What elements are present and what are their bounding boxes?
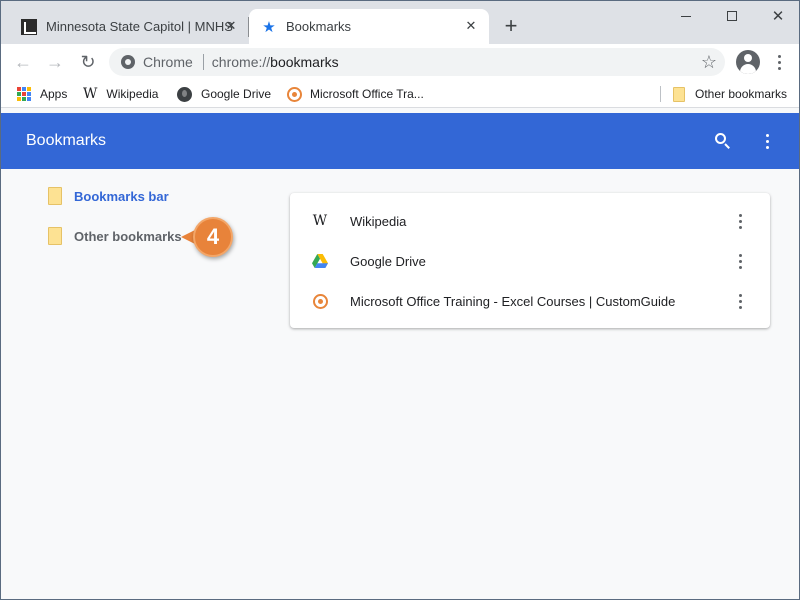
step-number-badge: 4 [193,217,233,257]
bookmark-star-icon[interactable]: ☆ [701,50,717,74]
more-actions-button[interactable] [732,209,748,233]
tab-close-icon[interactable]: ✕ [223,18,239,34]
omnibox-divider [202,54,204,70]
sidebar-item-other-bookmarks[interactable]: Other bookmarks [48,225,182,247]
bookmark-wikipedia[interactable]: W Wikipedia [83,85,158,103]
tab-title: Bookmarks [286,19,352,34]
list-item[interactable]: Microsoft Office Training - Excel Course… [290,281,770,321]
folder-icon [673,86,685,102]
site-chip[interactable]: Chrome [121,54,193,70]
step-callout: 4 [181,217,237,257]
list-item-title: Google Drive [350,253,426,269]
folder-icon [48,187,62,205]
mnhs-favicon-icon [21,18,37,35]
sidebar-item-bookmarks-bar[interactable]: Bookmarks bar [48,185,169,207]
url-path: bookmarks [270,54,339,70]
bookmark-label: Microsoft Office Tra... [310,87,424,101]
wikipedia-icon: W [312,213,328,229]
back-button[interactable]: ← [11,50,35,74]
more-actions-button[interactable] [732,289,748,313]
sidebar-item-label: Bookmarks bar [74,188,169,204]
minimize-button[interactable] [663,1,709,31]
url-text[interactable]: chrome://bookmarks [212,54,339,70]
toolbar: ← → ↻ Chrome chrome://bookmarks ☆ [1,44,799,80]
page-title: Bookmarks [26,132,107,149]
bookmark-list: W Wikipedia Google Drive Microsoft Offic… [290,193,770,328]
reload-button[interactable]: ↻ [76,50,100,74]
chrome-icon [121,55,135,69]
tab-mnhs[interactable]: Minnesota State Capitol | MNHS ✕ [9,9,249,44]
address-bar[interactable]: Chrome chrome://bookmarks ☆ [109,48,725,76]
bookmark-other-bookmarks[interactable]: Other bookmarks [673,85,787,103]
search-icon[interactable] [713,131,733,151]
site-chip-label: Chrome [143,54,193,70]
sidebar-item-label: Other bookmarks [74,228,182,244]
tab-title: Minnesota State Capitol | MNHS [46,19,233,34]
list-item-title: Wikipedia [350,213,407,229]
bookmark-label: Other bookmarks [695,87,788,101]
globe-icon [177,86,192,102]
tab-strip: Minnesota State Capitol | MNHS ✕ ★ Bookm… [1,1,799,44]
browser-window: Minnesota State Capitol | MNHS ✕ ★ Bookm… [0,0,800,600]
folder-icon [48,227,62,245]
organize-menu-button[interactable] [759,131,775,151]
bookmark-label: Wikipedia [106,87,159,101]
maximize-icon [727,11,737,21]
list-item-title: Microsoft Office Training - Excel Course… [350,293,676,309]
bookmark-label: Apps [40,87,68,101]
bookmarks-manager-header: Bookmarks [1,113,799,169]
tab-bookmarks[interactable]: ★ Bookmarks ✕ [249,9,489,44]
profile-avatar-icon[interactable] [736,50,760,74]
apps-grid-icon [17,87,31,101]
google-drive-icon [312,253,328,269]
bookmarks-bar: Apps W Wikipedia Google Drive Microsoft … [1,80,799,108]
wikipedia-icon: W [83,86,98,102]
bookmark-google-drive[interactable]: Google Drive [177,85,271,103]
bookmark-label: Google Drive [201,87,272,101]
star-icon: ★ [262,18,276,36]
bookmark-apps[interactable]: Apps [17,85,67,103]
new-tab-button[interactable]: + [499,15,523,39]
minimize-icon [681,15,691,17]
bookmark-microsoft-office-training[interactable]: Microsoft Office Tra... [287,85,424,103]
more-actions-button[interactable] [732,249,748,273]
folder-sidebar: Bookmarks bar Other bookmarks [1,169,281,599]
list-item[interactable]: W Wikipedia [290,201,770,241]
list-item[interactable]: Google Drive [290,241,770,281]
tab-close-icon[interactable]: ✕ [463,18,479,34]
bookmarks-bar-divider [660,86,661,102]
chrome-menu-button[interactable] [771,50,787,74]
customguide-icon [287,86,302,102]
customguide-icon [312,293,328,309]
maximize-button[interactable] [709,1,755,31]
url-scheme: chrome:// [211,54,271,70]
forward-button[interactable]: → [43,50,67,74]
window-close-button[interactable]: ✕ [755,1,799,31]
